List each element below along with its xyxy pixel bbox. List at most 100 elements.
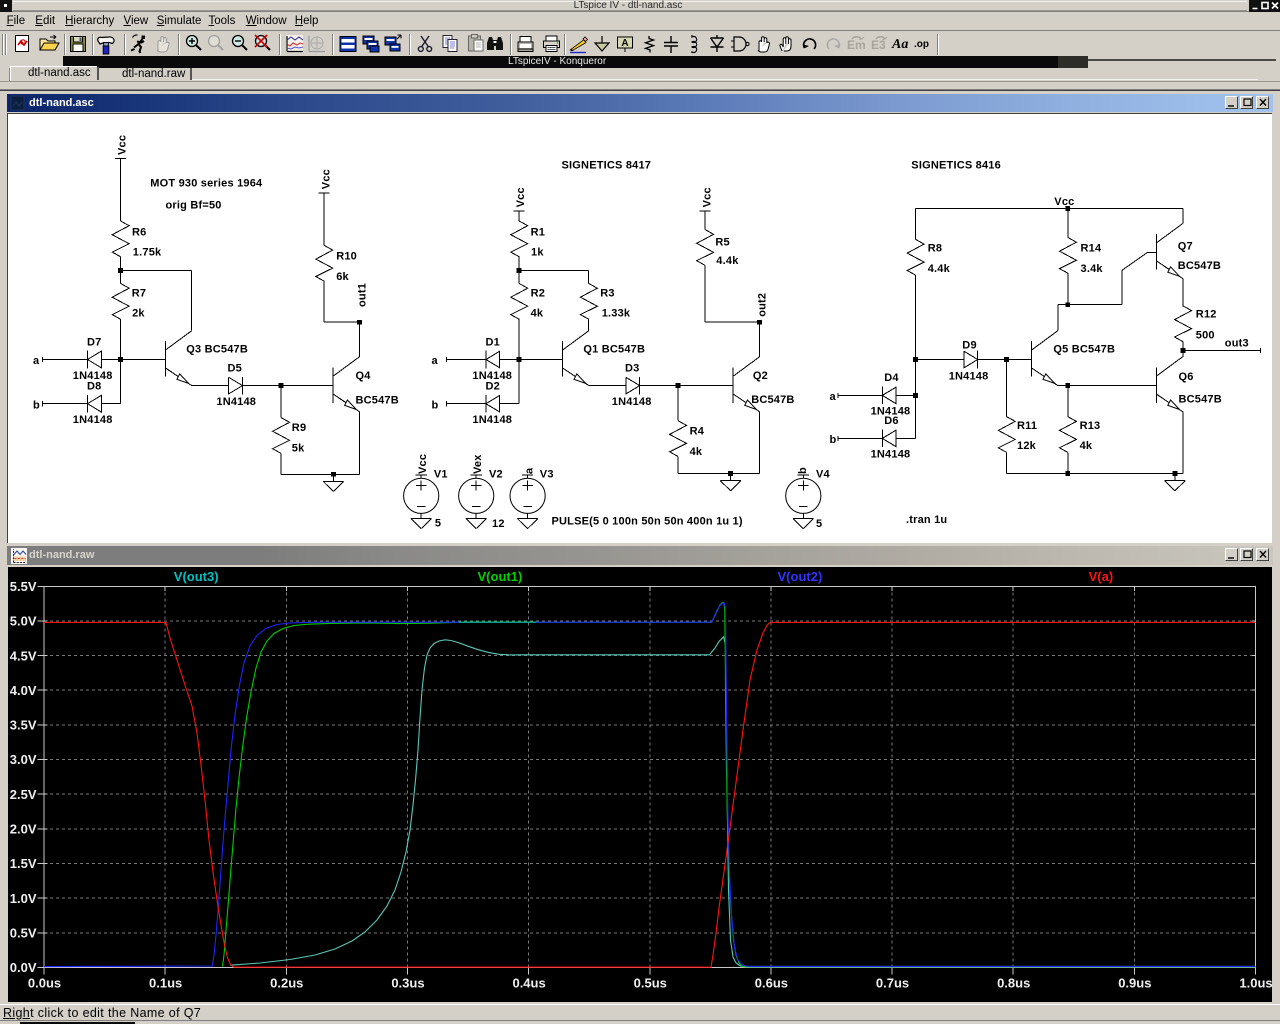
- svg-text:D3: D3: [625, 362, 639, 374]
- svg-text:D2: D2: [486, 381, 500, 393]
- svg-text:0.4us: 0.4us: [512, 976, 545, 991]
- svg-text:6k: 6k: [336, 271, 349, 283]
- svg-text:R12: R12: [1196, 308, 1217, 320]
- svg-text:V1: V1: [434, 469, 448, 481]
- svg-text:1N4148: 1N4148: [612, 396, 652, 408]
- svg-text:1.5V: 1.5V: [10, 856, 37, 871]
- svg-text:2.5V: 2.5V: [10, 787, 37, 802]
- svg-text:R6: R6: [132, 226, 146, 238]
- svg-text:R9: R9: [292, 422, 306, 434]
- svg-text:a: a: [830, 391, 837, 403]
- svg-text:Vcc: Vcc: [417, 454, 429, 474]
- svg-text:1.0V: 1.0V: [10, 891, 37, 906]
- svg-text:a: a: [432, 355, 439, 367]
- svg-text:V(a): V(a): [1089, 569, 1114, 584]
- svg-text:a: a: [33, 355, 40, 367]
- svg-text:Q5 BC547B: Q5 BC547B: [1053, 344, 1115, 356]
- svg-text:V(out2): V(out2): [778, 569, 823, 584]
- svg-text:A: A: [621, 38, 628, 49]
- svg-text:D1: D1: [486, 336, 500, 348]
- svg-text:V(out3): V(out3): [174, 569, 219, 584]
- svg-text:Q6: Q6: [1179, 371, 1194, 383]
- svg-text:2k: 2k: [132, 308, 145, 320]
- svg-text:D6: D6: [884, 415, 898, 427]
- svg-text:R5: R5: [715, 236, 729, 248]
- svg-text:R13: R13: [1080, 420, 1101, 432]
- svg-text:4.0V: 4.0V: [10, 683, 37, 698]
- svg-text:5.0V: 5.0V: [10, 614, 37, 629]
- svg-text:Vcc: Vcc: [702, 187, 714, 207]
- svg-text:D8: D8: [87, 381, 101, 393]
- svg-text:R1: R1: [531, 226, 545, 238]
- svg-text:BC547B: BC547B: [356, 395, 399, 407]
- svg-text:0.1us: 0.1us: [149, 976, 182, 991]
- svg-text:500: 500: [1196, 330, 1215, 342]
- svg-text:V3: V3: [540, 469, 554, 481]
- svg-text:1.75k: 1.75k: [133, 246, 162, 258]
- svg-text:4k: 4k: [531, 308, 544, 320]
- svg-text:Em: Em: [847, 38, 866, 52]
- svg-text:Q1 BC547B: Q1 BC547B: [583, 344, 645, 356]
- svg-text:Q3 BC547B: Q3 BC547B: [186, 344, 248, 356]
- svg-text:0.3us: 0.3us: [391, 976, 424, 991]
- svg-text:R8: R8: [928, 242, 942, 254]
- svg-text:5: 5: [435, 518, 441, 530]
- svg-text:Vex: Vex: [472, 454, 484, 474]
- svg-text:a: a: [524, 467, 536, 474]
- svg-text:b: b: [33, 399, 40, 411]
- svg-text:V4: V4: [816, 469, 831, 481]
- svg-text:Vcc: Vcc: [320, 169, 332, 189]
- svg-text:out1: out1: [356, 283, 368, 307]
- svg-text:0.7us: 0.7us: [876, 976, 909, 991]
- svg-text:0.0us: 0.0us: [28, 976, 61, 991]
- svg-text:4.5V: 4.5V: [10, 648, 37, 663]
- svg-text:4.4k: 4.4k: [928, 263, 951, 275]
- svg-text:0.6us: 0.6us: [755, 976, 788, 991]
- svg-text:E3: E3: [871, 38, 886, 52]
- svg-text:0.8us: 0.8us: [997, 976, 1030, 991]
- svg-text:3.4k: 3.4k: [1081, 263, 1104, 275]
- svg-text:1.0us: 1.0us: [1239, 976, 1272, 991]
- svg-text:orig Bf=50: orig Bf=50: [166, 199, 222, 211]
- svg-text:1N4148: 1N4148: [871, 449, 911, 461]
- svg-text:out2: out2: [756, 293, 768, 317]
- svg-text:0.0V: 0.0V: [10, 960, 37, 975]
- svg-text:2.0V: 2.0V: [10, 822, 37, 837]
- svg-text:SIGNETICS 8416: SIGNETICS 8416: [911, 160, 1001, 172]
- svg-text:Aa: Aa: [891, 37, 908, 52]
- svg-text:R10: R10: [336, 251, 357, 263]
- svg-text:Vcc: Vcc: [116, 135, 128, 155]
- svg-text:MOT 930 series 1964: MOT 930 series 1964: [150, 177, 263, 189]
- svg-text:out3: out3: [1225, 338, 1249, 350]
- svg-text:b: b: [797, 467, 809, 474]
- svg-text:BC547B: BC547B: [1179, 393, 1222, 405]
- svg-text:1N4148: 1N4148: [73, 414, 113, 426]
- svg-text:5: 5: [816, 518, 822, 530]
- svg-text:D7: D7: [87, 336, 101, 348]
- svg-text:Q4: Q4: [356, 370, 372, 382]
- svg-text:.tran 1u: .tran 1u: [906, 514, 947, 526]
- svg-text:Vcc: Vcc: [515, 187, 527, 207]
- svg-text:.op: .op: [914, 39, 929, 50]
- svg-text:D5: D5: [228, 362, 242, 374]
- svg-text:12: 12: [492, 518, 505, 530]
- svg-text:4k: 4k: [690, 446, 703, 458]
- svg-text:D9: D9: [962, 339, 976, 351]
- svg-text:4k: 4k: [1080, 440, 1093, 452]
- svg-text:V(out1): V(out1): [478, 569, 523, 584]
- svg-text:12k: 12k: [1017, 440, 1037, 452]
- svg-text:1N4148: 1N4148: [949, 371, 989, 383]
- svg-text:R3: R3: [600, 287, 614, 299]
- svg-text:R4: R4: [690, 426, 705, 438]
- svg-text:D4: D4: [884, 372, 899, 384]
- svg-text:3.0V: 3.0V: [10, 752, 37, 767]
- svg-text:PULSE(5 0 100n 50n 50n 400n 1u: PULSE(5 0 100n 50n 50n 400n 1u 1): [552, 516, 743, 528]
- svg-text:V2: V2: [489, 469, 503, 481]
- svg-text:Q2: Q2: [753, 370, 768, 382]
- svg-text:0.2us: 0.2us: [270, 976, 303, 991]
- svg-text:0.9us: 0.9us: [1118, 976, 1151, 991]
- svg-text:Q7: Q7: [1178, 240, 1193, 252]
- svg-text:1N4148: 1N4148: [472, 414, 512, 426]
- svg-text:BC547B: BC547B: [1178, 260, 1221, 272]
- svg-text:b: b: [830, 434, 837, 446]
